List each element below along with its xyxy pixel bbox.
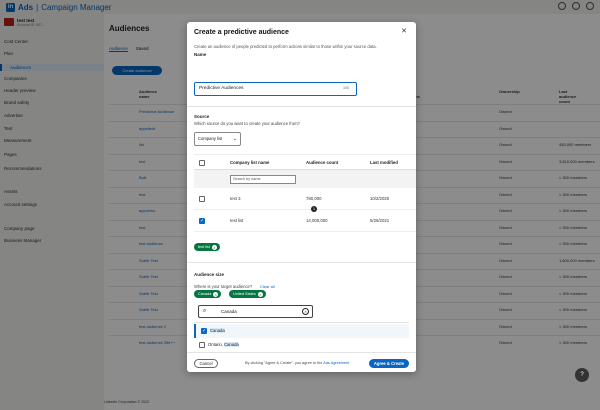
modal-title: Create a predictive audience: [194, 29, 289, 36]
source-question: Which source do you want to create your …: [194, 121, 300, 126]
target-question: Where is your target audience?: [194, 284, 253, 289]
location-search-input[interactable]: ⌕ Canada ×: [198, 305, 313, 318]
agree-create-button[interactable]: Agree & Create: [369, 359, 409, 368]
close-icon[interactable]: ×: [211, 244, 217, 250]
location-option[interactable]: ✓ Canada: [194, 324, 409, 338]
source-label: Source: [194, 114, 210, 119]
agreement-text: By clicking "Agree & Create", you agree …: [245, 361, 350, 365]
company-list-table-header: Company list name Audience count Last mo…: [194, 154, 416, 170]
close-icon[interactable]: ×: [257, 291, 263, 297]
option-checkbox[interactable]: [199, 342, 205, 348]
location-option[interactable]: Ontario, Canada: [194, 338, 409, 352]
location-chip-canada[interactable]: Canada ×: [194, 290, 222, 298]
audience-size-label: Audience size: [194, 272, 225, 277]
help-icon[interactable]: ?: [575, 368, 589, 382]
name-char-count: 100: [343, 86, 349, 90]
clear-all-link[interactable]: Clear all: [260, 284, 275, 289]
row-checkbox[interactable]: [199, 196, 205, 202]
location-chip-united-states[interactable]: United States ×: [229, 290, 266, 298]
option-checkbox[interactable]: ✓: [201, 328, 207, 334]
company-list-search-input[interactable]: Search by name: [230, 175, 296, 184]
clear-icon[interactable]: ×: [302, 308, 309, 315]
cancel-button[interactable]: Cancel: [194, 359, 218, 368]
chevron-down-icon: ⌄: [232, 136, 237, 142]
name-label: Name: [194, 52, 207, 57]
audience-name-input[interactable]: Predictive Audiences: [194, 82, 357, 96]
close-icon[interactable]: ✕: [400, 28, 408, 36]
close-icon[interactable]: ×: [213, 291, 219, 297]
source-select[interactable]: Company list ⌄: [194, 132, 241, 146]
modal-description: Create an audience of people predicted t…: [194, 44, 377, 49]
ads-agreement-link[interactable]: Ads Agreement: [323, 361, 349, 365]
search-icon: ⌕: [203, 308, 207, 314]
modal-footer: Cancel By clicking "Agree & Create", you…: [187, 352, 416, 372]
row-checkbox[interactable]: ✓: [199, 218, 205, 224]
table-row[interactable]: ✓ test list 14,000,000 5/26/2021: [194, 210, 416, 232]
page-indicator[interactable]: 1: [311, 206, 317, 212]
predictive-audience-modal: Create a predictive audience ✕ Create an…: [187, 22, 416, 372]
table-row[interactable]: test 3 780,000 10/2/2020: [194, 188, 416, 210]
selected-list-chip[interactable]: test list ×: [194, 243, 220, 251]
select-all-checkbox[interactable]: [199, 160, 205, 166]
